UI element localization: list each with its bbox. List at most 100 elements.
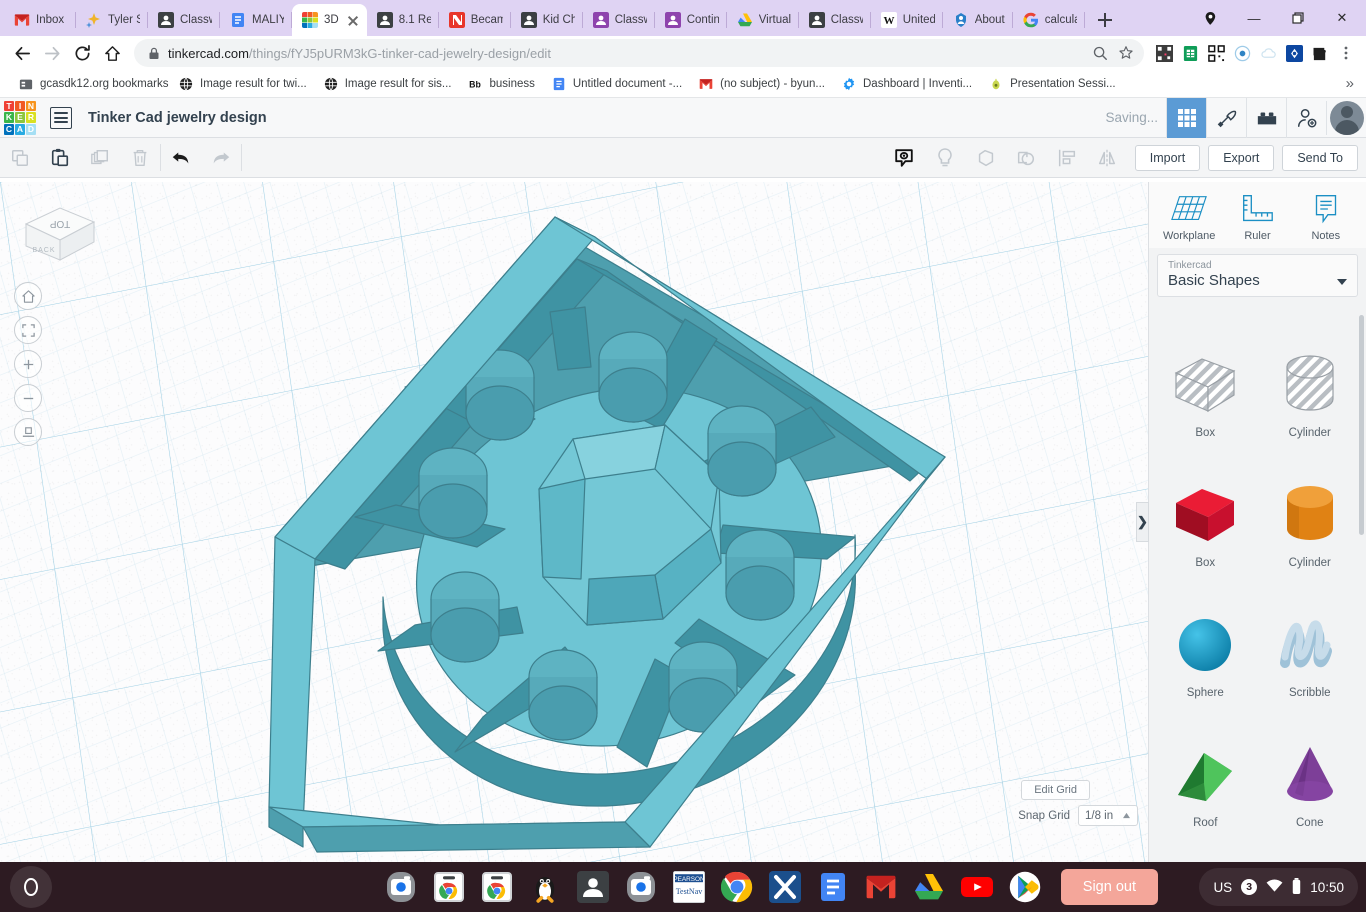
bookmark-item[interactable]: Bbbusiness [459, 74, 542, 94]
ruler-tool[interactable]: Ruler [1224, 192, 1290, 242]
extensions-puzzle-icon[interactable] [1308, 41, 1332, 65]
shape-list[interactable]: BoxCylinderBoxCylinderSphereScribbleRoof… [1149, 305, 1366, 862]
shape-item[interactable]: Box [1153, 447, 1258, 569]
classroom-app[interactable] [576, 870, 610, 904]
extension-barcode-icon[interactable] [1204, 41, 1228, 65]
add-person-button[interactable] [1286, 98, 1326, 138]
shape-item[interactable]: Roof [1153, 707, 1258, 829]
play-store-app[interactable] [1008, 870, 1042, 904]
chrome-window-app[interactable] [432, 870, 466, 904]
testnav-app[interactable]: PEARSONTestNav [672, 870, 706, 904]
browser-tab[interactable]: Kid Ch [511, 4, 583, 36]
blocks-button[interactable] [1246, 98, 1286, 138]
linux-terminal-app[interactable] [528, 870, 562, 904]
bookmark-item[interactable]: Image result for twi... [170, 74, 315, 94]
browser-tab[interactable]: Tyler S [76, 4, 148, 36]
camera-app-2[interactable] [624, 870, 658, 904]
browser-tab[interactable]: Classw [148, 4, 220, 36]
extension-sheets-icon[interactable] [1178, 41, 1202, 65]
workplane-tool[interactable]: Workplane [1156, 192, 1222, 242]
home-view-button[interactable] [14, 282, 42, 310]
youtube-app[interactable] [960, 870, 994, 904]
align-button[interactable] [1047, 147, 1087, 169]
browser-tab[interactable]: calcula [1013, 4, 1085, 36]
group-button[interactable] [966, 147, 1006, 169]
bookmark-item[interactable]: (no subject) - byun... [690, 74, 833, 94]
extension-qr-icon[interactable] [1152, 41, 1176, 65]
undo-button[interactable] [161, 138, 201, 177]
browser-tab[interactable]: Classw [583, 4, 655, 36]
xtramath-app[interactable] [768, 870, 802, 904]
browser-tab[interactable]: WUnited [871, 4, 943, 36]
bookmark-item[interactable]: Untitled document -... [543, 74, 690, 94]
shape-item[interactable] [1153, 837, 1258, 862]
profile-pin-icon[interactable] [1188, 1, 1232, 35]
mirror-button[interactable] [1087, 147, 1127, 169]
chrome-window-app-2[interactable] [480, 870, 514, 904]
browser-tab[interactable]: Virtual [727, 4, 799, 36]
camera-app[interactable] [384, 870, 418, 904]
browser-tab[interactable]: 8.1 Re [367, 4, 439, 36]
grid-view-button[interactable] [1166, 98, 1206, 138]
redo-button[interactable] [201, 138, 241, 177]
notes-tool[interactable]: Notes [1293, 192, 1359, 242]
shape-item[interactable]: Box [1153, 317, 1258, 439]
shape-item[interactable]: Cone [1258, 707, 1363, 829]
close-icon[interactable] [345, 12, 361, 28]
ungroup-button[interactable] [1006, 147, 1046, 169]
project-list-icon[interactable] [50, 107, 72, 129]
browser-tab[interactable]: Contin [655, 4, 727, 36]
note-button[interactable] [884, 147, 924, 169]
forward-icon[interactable] [38, 39, 66, 67]
bookmark-item[interactable]: Presentation Sessi... [980, 74, 1123, 94]
delete-button[interactable] [120, 138, 160, 177]
browser-tab[interactable]: Classw [799, 4, 871, 36]
bookmarks-overflow-button[interactable]: » [1346, 75, 1356, 92]
close-window-button[interactable]: ✕ [1320, 1, 1364, 35]
edit-grid-button[interactable]: Edit Grid [1021, 780, 1090, 800]
bookmark-item[interactable]: gcasdk12.org bookmarks [10, 74, 170, 94]
extension-cloud-icon[interactable] [1256, 41, 1280, 65]
shape-item[interactable]: Sphere [1153, 577, 1258, 699]
reload-icon[interactable] [68, 39, 96, 67]
extension-diamond-icon[interactable] [1282, 41, 1306, 65]
export-button[interactable]: Export [1208, 145, 1274, 171]
minimize-button[interactable]: — [1232, 1, 1276, 35]
panel-scrollbar[interactable] [1359, 315, 1364, 535]
search-icon[interactable] [1088, 41, 1112, 65]
docs-app[interactable] [816, 870, 850, 904]
maximize-button[interactable] [1276, 1, 1320, 35]
extension-target-icon[interactable] [1230, 41, 1254, 65]
model-jewelry-design[interactable] [255, 207, 975, 862]
address-bar[interactable]: tinkercad.com/things/fYJ5pURM3kG-tinker-… [134, 39, 1144, 67]
browser-tab[interactable]: Inbox ( [4, 4, 76, 36]
shape-item[interactable] [1258, 837, 1363, 862]
shape-item[interactable]: Cylinder [1258, 317, 1363, 439]
snap-grid-select[interactable]: 1/8 in [1078, 805, 1138, 826]
copy-button[interactable] [0, 138, 40, 177]
browser-tab[interactable]: MALIYA [220, 4, 292, 36]
bookmark-star-icon[interactable] [1114, 41, 1138, 65]
launcher-button[interactable] [10, 866, 52, 908]
avatar[interactable] [1326, 101, 1366, 135]
sign-out-button[interactable]: Sign out [1061, 869, 1158, 905]
browser-tab[interactable]: About [943, 4, 1013, 36]
browser-tab-active[interactable]: 3D [292, 4, 367, 36]
tinkercad-logo[interactable]: TINKERCAD [2, 99, 38, 137]
shape-item[interactable]: Scribble [1258, 577, 1363, 699]
back-icon[interactable] [8, 39, 36, 67]
codeblocks-button[interactable] [1206, 98, 1246, 138]
3d-viewport[interactable]: TOP BACK Edit Grid Snap Grid 1/8 in [0, 182, 1148, 862]
drive-app[interactable] [912, 870, 946, 904]
status-tray[interactable]: US 3 10:50 [1199, 868, 1358, 906]
light-button[interactable] [925, 147, 965, 169]
bookmark-item[interactable]: Dashboard | Inventi... [833, 74, 980, 94]
shape-item[interactable]: Cylinder [1258, 447, 1363, 569]
browser-tab[interactable]: Becam [439, 4, 511, 36]
fit-view-button[interactable] [14, 316, 42, 344]
paste-button[interactable] [40, 138, 80, 177]
import-button[interactable]: Import [1135, 145, 1200, 171]
new-tab-button[interactable] [1091, 6, 1119, 34]
zoom-in-button[interactable] [14, 350, 42, 378]
chrome-app[interactable] [720, 870, 754, 904]
